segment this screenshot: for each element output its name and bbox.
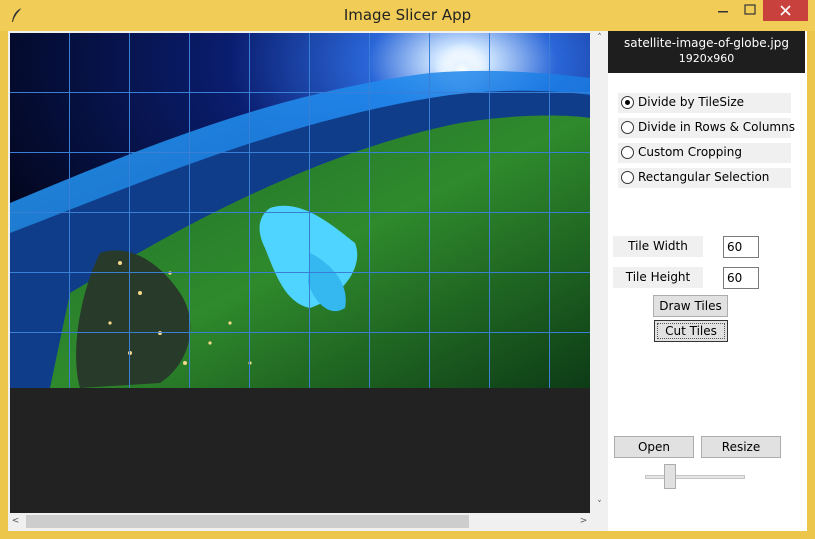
close-button[interactable]: [763, 0, 808, 21]
horizontal-scrollbar[interactable]: < >: [8, 513, 592, 530]
radio-unselected-icon: [621, 171, 634, 184]
resize-button[interactable]: Resize: [701, 436, 781, 458]
client-area: ˄ ˅ < > satellite-image-of-globe.jpg 192…: [8, 31, 807, 531]
image-canvas[interactable]: [10, 33, 590, 513]
horizontal-scroll-thumb[interactable]: [26, 515, 469, 528]
app-window: Image Slicer App ˄ ˅ < > satellite-image…: [0, 0, 815, 539]
radio-rectangular-selection[interactable]: Rectangular Selection: [618, 168, 791, 188]
tile-height-input[interactable]: 60: [723, 267, 759, 289]
scroll-right-arrow-icon[interactable]: >: [576, 513, 591, 530]
radio-label: Custom Cropping: [638, 145, 742, 159]
image-dimensions: 1920x960: [678, 52, 735, 65]
scroll-left-arrow-icon[interactable]: <: [8, 513, 23, 530]
tile-width-input[interactable]: 60: [723, 236, 759, 258]
file-info-header: satellite-image-of-globe.jpg 1920x960: [608, 31, 805, 73]
radio-divide-rows-columns[interactable]: Divide in Rows & Columns: [618, 118, 795, 138]
radio-selected-icon: [621, 96, 634, 109]
file-name: satellite-image-of-globe.jpg: [624, 36, 789, 50]
tile-grid-overlay: [10, 33, 590, 388]
draw-tiles-button[interactable]: Draw Tiles: [653, 295, 728, 317]
open-button[interactable]: Open: [614, 436, 694, 458]
title-bar[interactable]: Image Slicer App: [0, 0, 815, 31]
vertical-scrollbar[interactable]: ˄ ˅: [592, 31, 607, 513]
radio-label: Divide by TileSize: [638, 95, 745, 109]
tile-height-label: Tile Height: [613, 267, 703, 288]
window-title: Image Slicer App: [343, 6, 472, 24]
scroll-down-arrow-icon[interactable]: ˅: [592, 498, 607, 513]
scroll-up-arrow-icon[interactable]: ˄: [592, 31, 607, 46]
resize-slider-track[interactable]: [645, 475, 745, 479]
minimize-button[interactable]: [709, 0, 737, 21]
maximize-icon: [744, 4, 756, 15]
cut-tiles-button[interactable]: Cut Tiles: [654, 320, 728, 342]
radio-divide-by-tilesize[interactable]: Divide by TileSize: [618, 93, 791, 113]
radio-unselected-icon: [621, 146, 634, 159]
radio-label: Rectangular Selection: [638, 170, 770, 184]
tile-width-label: Tile Width: [613, 236, 703, 257]
radio-label: Divide in Rows & Columns: [638, 120, 795, 134]
resize-slider-thumb[interactable]: [664, 464, 676, 489]
close-icon: [780, 5, 791, 16]
minimize-icon: [718, 11, 728, 13]
control-panel: satellite-image-of-globe.jpg 1920x960 Di…: [608, 31, 807, 531]
maximize-button[interactable]: [736, 0, 764, 21]
radio-unselected-icon: [621, 121, 634, 134]
radio-custom-cropping[interactable]: Custom Cropping: [618, 143, 791, 163]
